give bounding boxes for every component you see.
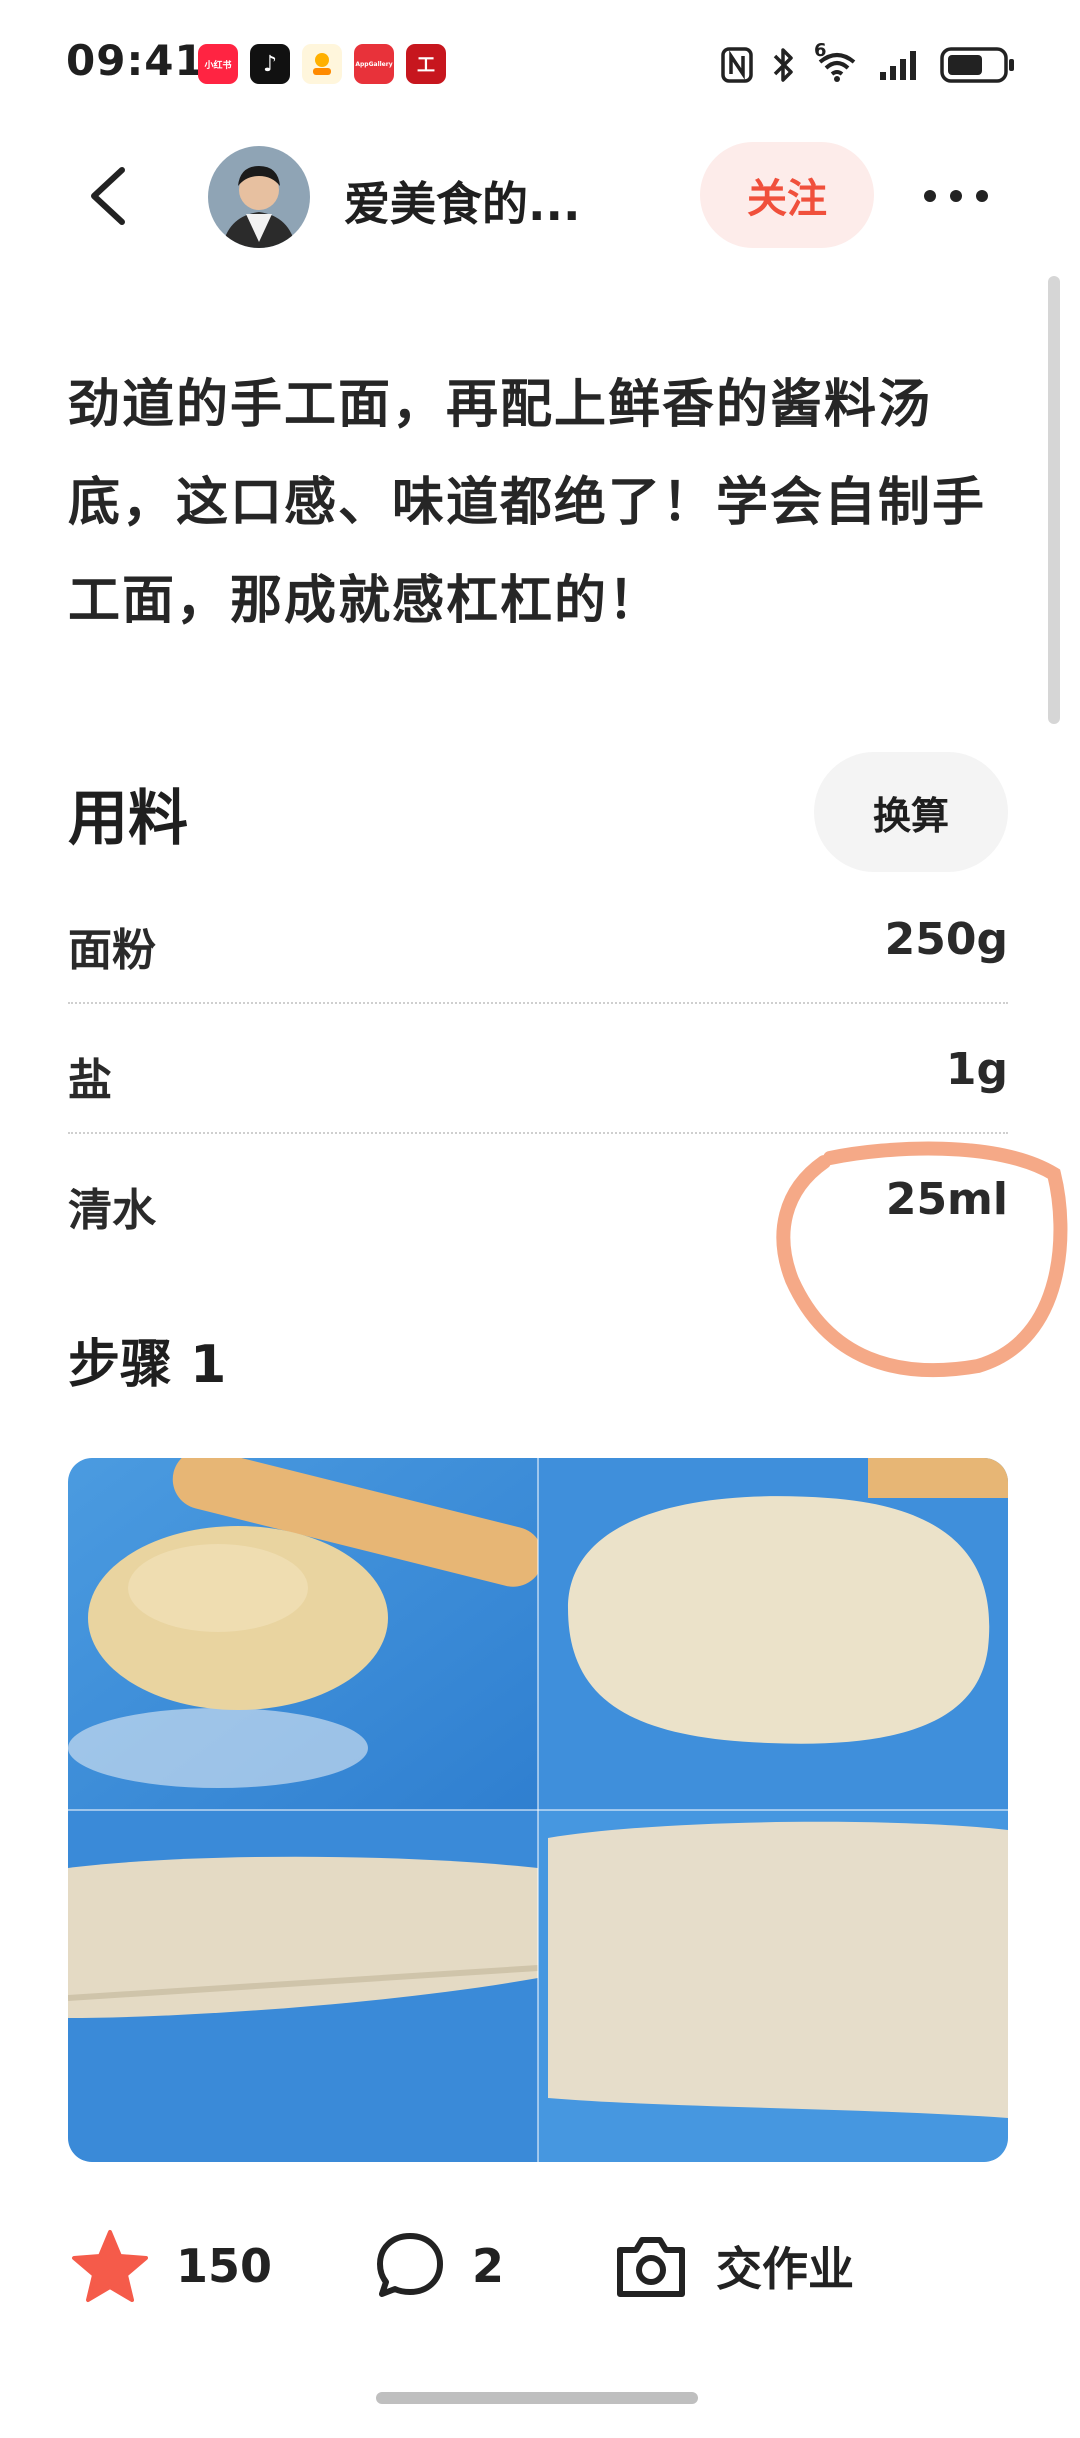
- camera-icon: [617, 2237, 685, 2297]
- ingredients-title: 用料: [68, 784, 188, 854]
- xiaohongshu-icon: 小红书: [198, 44, 238, 84]
- favorite-button[interactable]: 150: [70, 2224, 272, 2308]
- step-image[interactable]: [68, 1458, 1008, 2162]
- star-icon: [72, 2230, 148, 2302]
- step-title: 步骤 1: [68, 1335, 227, 1395]
- homework-button[interactable]: 交作业: [612, 2224, 854, 2308]
- status-bar: 09:41 小红书 ♪ AppGallery 工 6: [0, 0, 1080, 130]
- more-dot-icon: [950, 190, 962, 202]
- battery-icon: [940, 47, 1014, 83]
- back-button[interactable]: [82, 164, 142, 228]
- more-dot-icon: [924, 190, 936, 202]
- app-gallery-icon: AppGallery: [354, 44, 394, 84]
- system-status-icons: 6: [720, 40, 1016, 84]
- bluetooth-icon: [773, 48, 793, 82]
- convert-button[interactable]: 换算: [814, 752, 1008, 872]
- homework-label: 交作业: [716, 2242, 854, 2296]
- follow-button[interactable]: 关注: [700, 142, 874, 248]
- recipe-header: 爱美食的... 关注: [0, 140, 1080, 250]
- author-avatar[interactable]: [208, 146, 310, 248]
- ingredient-name: 面粉: [68, 925, 156, 976]
- favorites-count: 150: [176, 2239, 273, 2293]
- network-type-label: 6: [814, 40, 827, 61]
- ingredient-quantity: 250g: [884, 914, 1008, 965]
- more-options-button[interactable]: [924, 180, 988, 212]
- signal-icon: [880, 51, 916, 80]
- icbc-icon: 工: [406, 44, 446, 84]
- ingredient-row: 面粉 250g: [68, 872, 1008, 1004]
- notification-app-icons: 小红书 ♪ AppGallery 工: [198, 44, 446, 84]
- home-indicator[interactable]: [376, 2392, 698, 2404]
- bottom-action-bar: 150 2 交作业: [0, 2210, 1080, 2320]
- ingredient-name: 清水: [68, 1185, 156, 1236]
- comment-button[interactable]: 2: [374, 2224, 504, 2308]
- douyin-icon: ♪: [250, 44, 290, 84]
- annotation-circle: [776, 1141, 1068, 1378]
- recipe-description: 劲道的手工面，再配上鲜香的酱料汤底，这口感、味道都绝了！学会自制手工面，那成就感…: [68, 375, 987, 631]
- wifi-icon: 6: [814, 40, 860, 84]
- ingredient-row: 盐 1g: [68, 1002, 1008, 1134]
- comments-count: 2: [472, 2239, 505, 2293]
- scrollbar[interactable]: [1048, 276, 1060, 724]
- more-dot-icon: [976, 190, 988, 202]
- comment-bubble-icon: [377, 2233, 443, 2297]
- ingredient-quantity: 1g: [945, 1044, 1008, 1095]
- status-time: 09:41: [66, 36, 205, 85]
- meituan-icon: [302, 44, 342, 84]
- nfc-icon: [721, 47, 753, 83]
- author-name[interactable]: 爱美食的...: [344, 168, 580, 234]
- ingredient-name: 盐: [68, 1055, 112, 1106]
- chevron-left-icon: [91, 167, 125, 225]
